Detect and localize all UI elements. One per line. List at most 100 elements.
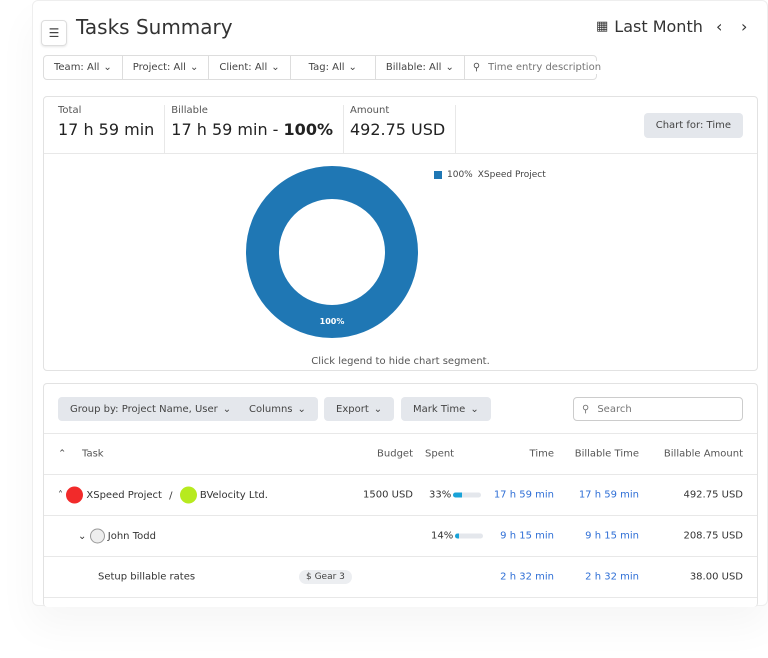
button-label: Export: [336, 403, 369, 415]
stat-value: 17 h 59 min: [58, 120, 155, 139]
billable-time[interactable]: 17 h 59 min: [579, 490, 639, 501]
chevron-left-icon: ‹: [716, 17, 723, 36]
stat-amount: Amount 492.75 USD: [349, 105, 457, 153]
chevron-up-icon[interactable]: ˄: [58, 490, 63, 501]
segment-label: 100%: [320, 317, 345, 326]
filter-client[interactable]: Client: All ⌄: [209, 56, 291, 79]
filter-label: Team: All: [54, 62, 100, 73]
donut-segment[interactable]: [246, 166, 418, 338]
column-budget: Budget: [377, 448, 413, 460]
filter-tag[interactable]: Tag: All ⌄: [291, 56, 376, 79]
collapse-all-icon[interactable]: ⌃: [58, 449, 66, 460]
chevron-down-icon: ⌄: [348, 62, 357, 73]
legend-swatch: [434, 171, 442, 179]
billable-time[interactable]: 9 h 15 min: [585, 531, 639, 542]
time[interactable]: 9 h 15 min: [500, 531, 554, 542]
column-time: Time: [529, 448, 554, 460]
filter-billable[interactable]: Billable: All ⌄: [376, 56, 465, 79]
donut-chart: 100%: [246, 166, 418, 338]
billable-amount: 492.75 USD: [683, 489, 743, 501]
stat-value: 492.75 USD: [349, 120, 446, 139]
table-search-input[interactable]: [595, 402, 726, 416]
separator: /: [169, 490, 173, 501]
filter-project[interactable]: Project: All ⌄: [123, 56, 210, 79]
billable-percent: 100%: [283, 120, 333, 139]
chevron-down-icon: ⌄: [103, 62, 112, 73]
stat-label: Amount: [349, 105, 390, 116]
tasks-summary-panel: ☰ Tasks Summary ▦ Last Month ‹ › Team: A…: [32, 0, 768, 607]
avatar: [89, 528, 105, 544]
search-icon: ⚲: [472, 62, 481, 73]
period-label: Last Month: [614, 17, 703, 36]
task-name: Setup billable rates: [98, 571, 196, 583]
stat-total: Total 17 h 59 min: [58, 105, 166, 153]
calendar-icon: ▦: [596, 19, 609, 34]
chevron-down-icon: ⌄: [470, 403, 479, 415]
chevron-down-icon[interactable]: ⌄: [78, 531, 86, 542]
stat-label: Total: [58, 105, 82, 116]
chevron-down-icon: ⌄: [189, 62, 199, 73]
filter-team[interactable]: Team: All ⌄: [44, 56, 123, 79]
billable-amount: 208.75 USD: [683, 530, 743, 542]
columns-button[interactable]: Columns ⌄: [237, 397, 318, 421]
filter-label: Tag: All: [308, 62, 345, 73]
stat-billable: Billable 17 h 59 min - 100%: [171, 105, 344, 153]
chevron-right-icon: ›: [741, 17, 748, 36]
filter-label: Project: All: [132, 62, 186, 73]
button-label: Mark Time: [413, 403, 466, 415]
column-billable-time: Billable Time: [574, 448, 639, 460]
legend-item-xspeed-project[interactable]: 100% XSpeed Project: [434, 170, 546, 180]
export-button[interactable]: Export ⌄: [324, 397, 395, 421]
spent-percent: 33%: [429, 489, 452, 501]
summary-card: Total 17 h 59 min Billable 17 h 59 min -…: [43, 96, 758, 371]
chevron-down-icon: ⌄: [445, 62, 454, 73]
table-row-user[interactable]: ⌄ John Todd 14% 9 h 15 min 9 h 15 min 20…: [44, 516, 757, 557]
description-search: ⚲: [465, 56, 627, 79]
chart-for-button[interactable]: Chart for: Time: [643, 113, 743, 138]
billable-amount: 38.00 USD: [689, 571, 743, 583]
client-name: BVelocity Ltd.: [199, 490, 268, 501]
chevron-down-icon: ⌄: [297, 403, 306, 415]
button-label: Group by: Project Name, User: [70, 403, 218, 415]
spent-percent: 14%: [431, 530, 454, 542]
filter-label: Billable: All: [385, 62, 442, 73]
chart-hint: Click legend to hide chart segment.: [311, 356, 490, 367]
user-group: ⌄ John Todd: [78, 528, 156, 544]
filter-bar: Team: All ⌄ Project: All ⌄ Client: All ⌄ Ta…: [43, 55, 627, 80]
separator: -: [267, 120, 284, 139]
chevron-down-icon: ⌄: [271, 62, 280, 73]
project-group: ˄ XSpeed Project / BVelocity Ltd.: [58, 486, 268, 504]
user-name: John Todd: [107, 531, 156, 542]
tasks-table-card: Group by: Project Name, User ⌄ Columns ⌄ E…: [43, 383, 758, 607]
filter-label: Client: All: [219, 62, 268, 73]
billable-time[interactable]: 2 h 32 min: [585, 572, 639, 583]
spent-progress-bar: [455, 533, 484, 538]
project-color-dot: [66, 486, 84, 504]
period-selector[interactable]: ▦ Last Month: [596, 17, 703, 36]
menu-icon: ☰: [48, 26, 60, 40]
table-header: ⌃ Task Budget Spent Time Billable Time B…: [44, 434, 757, 475]
stat-label: Billable: [171, 105, 208, 116]
column-task: Task: [82, 448, 104, 460]
chevron-down-icon: ⌄: [222, 403, 232, 415]
client-color-dot: [179, 486, 197, 504]
menu-button[interactable]: ☰: [41, 20, 67, 46]
chevron-down-icon: ⌄: [373, 403, 383, 415]
time[interactable]: 17 h 59 min: [494, 490, 554, 501]
group-by-button[interactable]: Group by: Project Name, User ⌄: [58, 397, 244, 421]
description-search-input[interactable]: [486, 61, 627, 74]
stat-value: 17 h 59 min: [171, 120, 268, 139]
search-icon: ⚲: [582, 403, 590, 415]
tag-badge: $ Gear 3: [299, 570, 352, 584]
prev-period-button[interactable]: ‹: [716, 17, 722, 36]
table-row-task[interactable]: Setup billable rates $ Gear 3 2 h 32 min…: [44, 557, 757, 598]
legend-percent: 100%: [447, 170, 473, 180]
column-spent: Spent: [425, 448, 455, 460]
legend-label: XSpeed Project: [477, 170, 546, 180]
project-name: XSpeed Project: [86, 490, 162, 501]
time[interactable]: 2 h 32 min: [500, 572, 554, 583]
spent-progress-bar: [453, 492, 482, 497]
mark-time-button[interactable]: Mark Time ⌄: [401, 397, 491, 421]
next-period-button[interactable]: ›: [741, 17, 747, 36]
table-row-project[interactable]: ˄ XSpeed Project / BVelocity Ltd. 1500 U…: [44, 475, 757, 516]
